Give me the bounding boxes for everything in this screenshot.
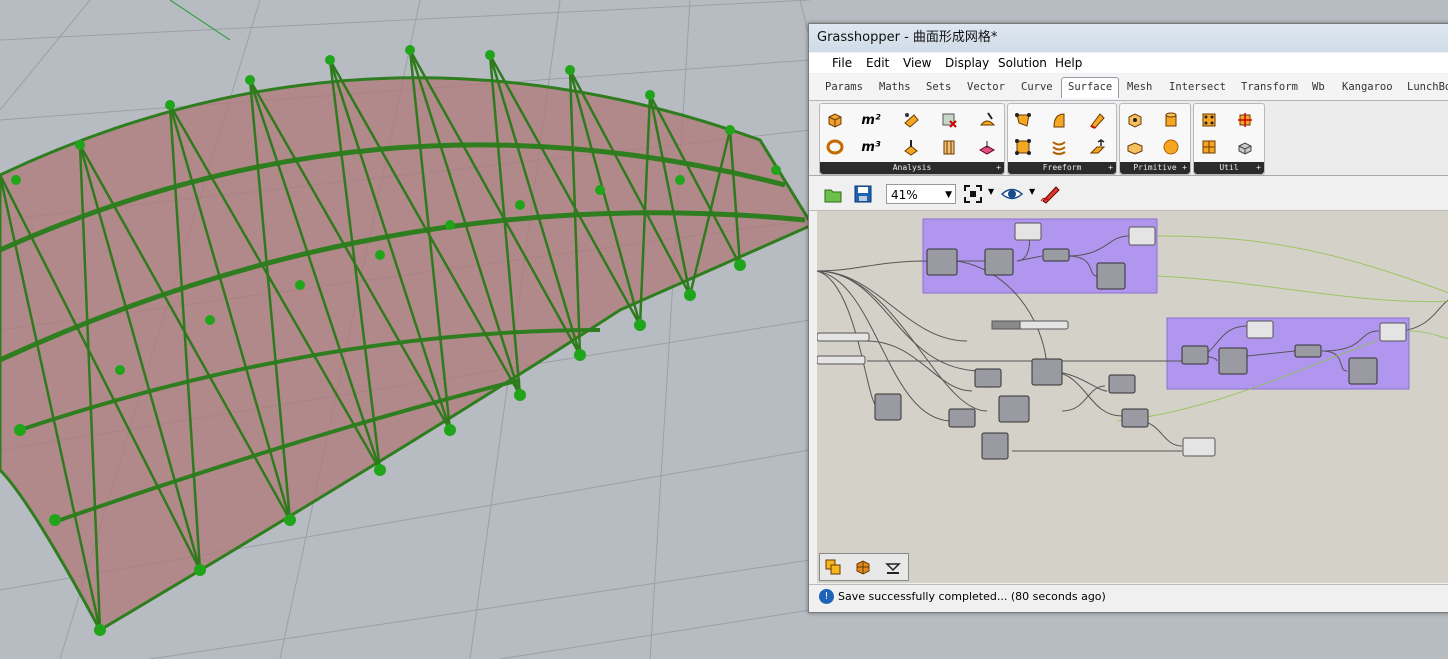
preview-eye-icon[interactable] (1001, 183, 1023, 205)
menu-view[interactable]: View (903, 56, 931, 70)
group-label-freeform: Freeform (1042, 163, 1082, 172)
brep-join-icon[interactable] (1234, 136, 1256, 158)
isotrim-icon[interactable] (1234, 109, 1256, 131)
navigation-icon[interactable] (882, 556, 904, 578)
shape-pen-icon[interactable] (976, 109, 998, 131)
bounding-box-icon[interactable] (1124, 109, 1146, 131)
zoom-extents-icon[interactable] (962, 183, 984, 205)
info-icon: ! (819, 589, 834, 604)
brep-edges-icon[interactable] (938, 136, 960, 158)
group-label-analysis: Analysis (892, 163, 932, 172)
surface-from-points-icon[interactable] (1012, 109, 1034, 131)
ribbon-group-freeform: Freeform + (1007, 103, 1117, 175)
chevron-down-icon: ▼ (945, 190, 952, 200)
group-expand-icon[interactable]: + (1182, 162, 1187, 174)
loft-icon[interactable] (1048, 109, 1070, 131)
ribbon-group-primitive: Primitive + (1119, 103, 1191, 175)
extrude-icon[interactable] (1086, 136, 1108, 158)
chevron-down-icon[interactable]: ▼ (988, 187, 994, 196)
zoom-select[interactable]: 41% ▼ (886, 184, 956, 204)
menu-help[interactable]: Help (1055, 56, 1082, 70)
tab-vector[interactable]: Vector (967, 81, 1005, 93)
grasshopper-canvas[interactable] (817, 211, 1448, 583)
menu-file[interactable]: File (832, 56, 852, 70)
menu-display[interactable]: Display (945, 56, 989, 70)
canvas-widgets (819, 553, 909, 581)
four-point-surface-icon[interactable] (1012, 136, 1034, 158)
tab-kangaroo[interactable]: Kangaroo (1342, 81, 1393, 93)
network-surface-icon[interactable] (1048, 136, 1070, 158)
tab-surface[interactable]: Surface (1061, 77, 1120, 98)
tab-sets[interactable]: Sets (926, 81, 951, 93)
tab-lunchbox[interactable]: LunchBo (1407, 81, 1448, 93)
definition-graph[interactable] (817, 211, 1448, 583)
tab-wb[interactable]: Wb (1312, 81, 1325, 93)
tab-curve[interactable]: Curve (1021, 81, 1053, 93)
m2-area-icon[interactable]: m² (860, 109, 882, 131)
surface-closest-point-icon[interactable] (938, 109, 960, 131)
m3-volume-icon[interactable]: m³ (860, 136, 882, 158)
sketch-pen-icon[interactable] (1040, 183, 1062, 205)
group-label-primitive: Primitive (1133, 163, 1177, 172)
tab-maths[interactable]: Maths (879, 81, 911, 93)
tab-params[interactable]: Params (825, 81, 863, 93)
menu-edit[interactable]: Edit (866, 56, 889, 70)
save-file-icon[interactable] (852, 183, 874, 205)
group-expand-icon[interactable]: + (996, 162, 1001, 174)
sphere-icon[interactable] (1160, 136, 1182, 158)
group-expand-icon[interactable]: + (1108, 162, 1113, 174)
tab-transform[interactable]: Transform (1241, 81, 1298, 93)
status-message: Save successfully completed... (80 secon… (838, 590, 1106, 603)
point-on-surface-icon[interactable] (900, 109, 922, 131)
box-icon[interactable] (824, 109, 846, 131)
group-expand-icon[interactable]: + (1256, 162, 1261, 174)
surface-plane-icon[interactable] (976, 136, 998, 158)
zoom-value: 41% (891, 188, 918, 202)
surface-grid-icon[interactable] (1198, 136, 1220, 158)
torus-icon[interactable] (824, 136, 846, 158)
group-label-util: Util (1219, 163, 1239, 172)
window-title: Grasshopper - 曲面形成网格* (817, 30, 998, 45)
ribbon-group-analysis: m² m³ Analysis + (819, 103, 1005, 175)
menu-bar: File Edit View Display Solution Help (809, 53, 1448, 73)
divide-surface-icon[interactable] (1198, 109, 1220, 131)
window-titlebar[interactable]: Grasshopper - 曲面形成网格* (809, 24, 1448, 52)
grasshopper-window: Grasshopper - 曲面形成网格* File Edit View Dis… (808, 23, 1448, 613)
menu-solution[interactable]: Solution (998, 56, 1047, 70)
tab-mesh[interactable]: Mesh (1127, 81, 1152, 93)
evaluate-surface-icon[interactable] (900, 136, 922, 158)
tab-intersect[interactable]: Intersect (1169, 81, 1226, 93)
cylinder-icon[interactable] (1160, 109, 1182, 131)
grid-box-icon[interactable] (852, 556, 874, 578)
component-tab-bar: Params Maths Sets Vector Curve Surface M… (809, 74, 1448, 101)
ribbon-group-util: Util + (1193, 103, 1265, 175)
truss-surface (0, 45, 815, 636)
open-file-icon[interactable] (822, 183, 844, 205)
canvas-toolbar: 41% ▼ ▼ ▼ (809, 177, 1448, 211)
status-bar: ! Save successfully completed... (80 sec… (809, 584, 1448, 609)
layers-icon[interactable] (822, 556, 844, 578)
sweep-icon[interactable] (1086, 109, 1108, 131)
component-ribbon: m² m³ Analysis + Freeform + Primitive + … (809, 101, 1448, 176)
chevron-down-icon[interactable]: ▼ (1029, 187, 1035, 196)
box-rectangle-icon[interactable] (1124, 136, 1146, 158)
